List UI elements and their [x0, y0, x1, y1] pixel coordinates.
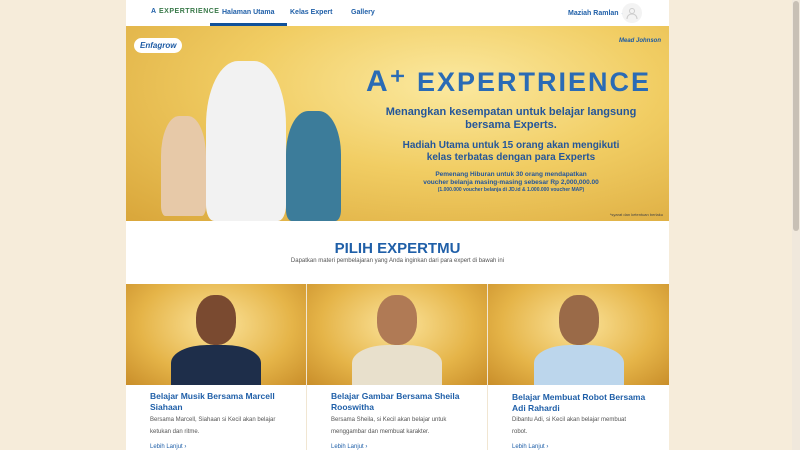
card-link[interactable]: Lebih Lanjut ›: [331, 444, 367, 450]
card-link[interactable]: Lebih Lanjut ›: [512, 444, 548, 450]
card-title[interactable]: Belajar Membuat Robot Bersama Adi Rahard…: [512, 392, 652, 414]
banner-line5: Pemenang Hiburan untuk 30 orang mendapat…: [435, 171, 587, 178]
expert-photo: [307, 284, 487, 385]
card-desc: Bersama Marcell, Siahaan si Kecil akan b…: [150, 417, 276, 435]
banner-line1: Menangkan kesempatan untuk belajar langs…: [385, 106, 637, 118]
expert-card-adi[interactable]: Belajar Membuat Robot Bersama Adi Rahard…: [488, 284, 669, 450]
expert-photo: [126, 284, 306, 385]
banner-title: A⁺ EXPERTRIENCE: [366, 65, 652, 98]
violin-boy-image: [286, 111, 341, 221]
user-menu[interactable]: Maziah Ramlan ⌄: [568, 9, 626, 17]
card-desc: Bersama Sheila, si Kecil akan belajar un…: [331, 417, 447, 435]
logo-text: EXPERTRIENCE: [159, 8, 220, 15]
chevron-right-icon: ›: [546, 444, 549, 450]
avatar[interactable]: [622, 3, 642, 23]
nav-gallery[interactable]: Gallery: [351, 9, 375, 16]
mead-johnson-logo: Mead Johnson: [618, 38, 661, 44]
scrollbar[interactable]: [792, 0, 800, 450]
banner-line2: bersama Experts.: [465, 119, 557, 131]
expert-card-marcell[interactable]: Belajar Musik Bersama Marcell Siahaan Be…: [126, 284, 307, 450]
logo[interactable]: A EXPERTRIENCE: [151, 8, 219, 15]
chevron-right-icon: ›: [365, 444, 368, 450]
user-icon: [626, 8, 638, 19]
card-link[interactable]: Lebih Lanjut ›: [150, 444, 186, 450]
section-title: PILIH EXPERTMU: [334, 240, 461, 257]
banner-line3: Hadiah Utama untuk 15 orang akan mengiku…: [402, 140, 620, 151]
scrollbar-thumb[interactable]: [793, 1, 799, 231]
expert-card-sheila[interactable]: Belajar Gambar Bersama Sheila Rooswitha …: [307, 284, 488, 450]
hero-banner[interactable]: Enfagrow Mead Johnson A⁺ EXPERTRIENCE Me…: [126, 26, 669, 221]
boy-image: [206, 61, 286, 221]
page: A EXPERTRIENCE Halaman Utama Kelas Exper…: [126, 0, 669, 450]
section-subtitle: Dapatkan materi pembelajaran yang Anda i…: [290, 258, 505, 264]
card-title[interactable]: Belajar Musik Bersama Marcell Siahaan: [150, 391, 290, 413]
expert-photo: [488, 284, 669, 385]
card-title[interactable]: Belajar Gambar Bersama Sheila Rooswitha: [331, 391, 471, 413]
girl-image: [161, 116, 206, 216]
top-nav: A EXPERTRIENCE Halaman Utama Kelas Exper…: [126, 0, 669, 26]
banner-line4: kelas terbatas dengan para Experts: [426, 152, 596, 163]
card-desc: Dibantu Adi, si Kecil akan belajar membu…: [512, 417, 627, 435]
enfagrow-logo: Enfagrow: [134, 38, 183, 53]
chevron-right-icon: ›: [184, 444, 187, 450]
nav-kelas-expert[interactable]: Kelas Expert: [290, 9, 332, 16]
terms-note: *syarat dan ketentuan berlaku: [609, 212, 663, 217]
banner-line7: (1.000.000 voucher belanja di JD.id & 1.…: [437, 187, 585, 193]
user-name: Maziah Ramlan: [568, 10, 619, 17]
nav-halaman-utama[interactable]: Halaman Utama: [210, 9, 286, 26]
banner-line6: voucher belanja masing-masing sebesar Rp…: [423, 179, 599, 186]
